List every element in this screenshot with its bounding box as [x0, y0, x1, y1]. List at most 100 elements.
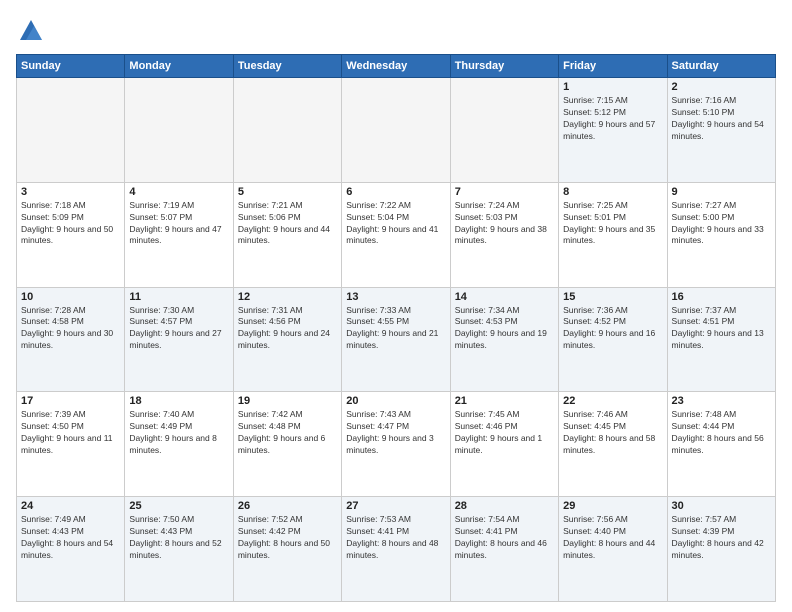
calendar-cell: 17 Sunrise: 7:39 AMSunset: 4:50 PMDayligh… — [17, 392, 125, 497]
calendar-cell: 3Sunrise: 7:18 AMSunset: 5:09 PMDaylight… — [17, 182, 125, 287]
day-info: Sunrise: 7:39 AMSunset: 4:50 PMDaylight:… — [21, 409, 120, 457]
calendar-cell: 22 Sunrise: 7:46 AMSunset: 4:45 PMDayligh… — [559, 392, 667, 497]
day-number: 20 — [346, 395, 445, 407]
calendar-cell: 30 Sunrise: 7:57 AMSunset: 4:39 PMDayligh… — [667, 497, 775, 602]
day-info: Sunrise: 7:54 AMSunset: 4:41 PMDaylight:… — [455, 514, 554, 562]
calendar-week-row: 10 Sunrise: 7:28 AMSunset: 4:58 PMDayligh… — [17, 287, 776, 392]
page: SundayMondayTuesdayWednesdayThursdayFrid… — [0, 0, 792, 612]
day-number: 3 — [21, 186, 120, 198]
day-number: 21 — [455, 395, 554, 407]
calendar-cell: 13 Sunrise: 7:33 AMSunset: 4:55 PMDayligh… — [342, 287, 450, 392]
calendar-cell: 27 Sunrise: 7:53 AMSunset: 4:41 PMDayligh… — [342, 497, 450, 602]
calendar-cell: 26 Sunrise: 7:52 AMSunset: 4:42 PMDayligh… — [233, 497, 341, 602]
logo-icon — [16, 16, 46, 46]
day-info: Sunrise: 7:46 AMSunset: 4:45 PMDaylight:… — [563, 409, 662, 457]
day-number: 2 — [672, 81, 771, 93]
day-number: 8 — [563, 186, 662, 198]
calendar-cell: 18 Sunrise: 7:40 AMSunset: 4:49 PMDayligh… — [125, 392, 233, 497]
calendar-week-row: 17 Sunrise: 7:39 AMSunset: 4:50 PMDayligh… — [17, 392, 776, 497]
calendar-cell: 9Sunrise: 7:27 AMSunset: 5:00 PMDaylight… — [667, 182, 775, 287]
calendar-cell: 5 Sunrise: 7:21 AMSunset: 5:06 PMDaylight… — [233, 182, 341, 287]
day-number: 26 — [238, 500, 337, 512]
day-number: 18 — [129, 395, 228, 407]
day-info: Sunrise: 7:52 AMSunset: 4:42 PMDaylight:… — [238, 514, 337, 562]
calendar-cell: 23 Sunrise: 7:48 AMSunset: 4:44 PMDayligh… — [667, 392, 775, 497]
calendar-cell: 24 Sunrise: 7:49 AMSunset: 4:43 PMDayligh… — [17, 497, 125, 602]
calendar-week-row: 24 Sunrise: 7:49 AMSunset: 4:43 PMDayligh… — [17, 497, 776, 602]
calendar-cell: 16 Sunrise: 7:37 AMSunset: 4:51 PMDayligh… — [667, 287, 775, 392]
day-info: Sunrise: 7:21 AMSunset: 5:06 PMDaylight:… — [238, 200, 337, 248]
day-number: 14 — [455, 291, 554, 303]
calendar-cell: 7 Sunrise: 7:24 AMSunset: 5:03 PMDaylight… — [450, 182, 558, 287]
day-number: 12 — [238, 291, 337, 303]
day-number: 27 — [346, 500, 445, 512]
day-number: 4 — [129, 186, 228, 198]
calendar-cell: 21 Sunrise: 7:45 AMSunset: 4:46 PMDayligh… — [450, 392, 558, 497]
weekday-header: Saturday — [667, 55, 775, 78]
day-info: Sunrise: 7:36 AMSunset: 4:52 PMDaylight:… — [563, 305, 662, 353]
weekday-header: Thursday — [450, 55, 558, 78]
weekday-header: Friday — [559, 55, 667, 78]
calendar-cell: 15 Sunrise: 7:36 AMSunset: 4:52 PMDayligh… — [559, 287, 667, 392]
calendar-cell — [450, 78, 558, 183]
day-number: 23 — [672, 395, 771, 407]
calendar-cell: 2 Sunrise: 7:16 AMSunset: 5:10 PMDaylight… — [667, 78, 775, 183]
calendar-cell: 12 Sunrise: 7:31 AMSunset: 4:56 PMDayligh… — [233, 287, 341, 392]
calendar-cell — [342, 78, 450, 183]
calendar-week-row: 3Sunrise: 7:18 AMSunset: 5:09 PMDaylight… — [17, 182, 776, 287]
day-info: Sunrise: 7:33 AMSunset: 4:55 PMDaylight:… — [346, 305, 445, 353]
logo — [16, 16, 48, 46]
day-info: Sunrise: 7:42 AMSunset: 4:48 PMDaylight:… — [238, 409, 337, 457]
weekday-header: Tuesday — [233, 55, 341, 78]
day-info: Sunrise: 7:28 AMSunset: 4:58 PMDaylight:… — [21, 305, 120, 353]
day-info: Sunrise: 7:31 AMSunset: 4:56 PMDaylight:… — [238, 305, 337, 353]
day-info: Sunrise: 7:19 AMSunset: 5:07 PMDaylight:… — [129, 200, 228, 248]
day-info: Sunrise: 7:49 AMSunset: 4:43 PMDaylight:… — [21, 514, 120, 562]
day-info: Sunrise: 7:45 AMSunset: 4:46 PMDaylight:… — [455, 409, 554, 457]
day-number: 7 — [455, 186, 554, 198]
day-number: 13 — [346, 291, 445, 303]
day-number: 22 — [563, 395, 662, 407]
day-number: 25 — [129, 500, 228, 512]
calendar-cell: 20 Sunrise: 7:43 AMSunset: 4:47 PMDayligh… — [342, 392, 450, 497]
day-info: Sunrise: 7:50 AMSunset: 4:43 PMDaylight:… — [129, 514, 228, 562]
day-info: Sunrise: 7:56 AMSunset: 4:40 PMDaylight:… — [563, 514, 662, 562]
calendar-table: SundayMondayTuesdayWednesdayThursdayFrid… — [16, 54, 776, 602]
day-number: 6 — [346, 186, 445, 198]
day-number: 28 — [455, 500, 554, 512]
header — [16, 16, 776, 46]
day-number: 16 — [672, 291, 771, 303]
calendar-cell: 19 Sunrise: 7:42 AMSunset: 4:48 PMDayligh… — [233, 392, 341, 497]
day-info: Sunrise: 7:24 AMSunset: 5:03 PMDaylight:… — [455, 200, 554, 248]
calendar-cell: 25 Sunrise: 7:50 AMSunset: 4:43 PMDayligh… — [125, 497, 233, 602]
day-number: 19 — [238, 395, 337, 407]
calendar-week-row: 1 Sunrise: 7:15 AMSunset: 5:12 PMDaylight… — [17, 78, 776, 183]
day-info: Sunrise: 7:53 AMSunset: 4:41 PMDaylight:… — [346, 514, 445, 562]
day-number: 30 — [672, 500, 771, 512]
day-number: 5 — [238, 186, 337, 198]
calendar-cell: 10 Sunrise: 7:28 AMSunset: 4:58 PMDayligh… — [17, 287, 125, 392]
day-info: Sunrise: 7:22 AMSunset: 5:04 PMDaylight:… — [346, 200, 445, 248]
day-number: 24 — [21, 500, 120, 512]
day-number: 1 — [563, 81, 662, 93]
day-info: Sunrise: 7:57 AMSunset: 4:39 PMDaylight:… — [672, 514, 771, 562]
day-number: 15 — [563, 291, 662, 303]
weekday-header: Wednesday — [342, 55, 450, 78]
day-info: Sunrise: 7:48 AMSunset: 4:44 PMDaylight:… — [672, 409, 771, 457]
day-number: 10 — [21, 291, 120, 303]
day-info: Sunrise: 7:43 AMSunset: 4:47 PMDaylight:… — [346, 409, 445, 457]
day-info: Sunrise: 7:25 AMSunset: 5:01 PMDaylight:… — [563, 200, 662, 248]
day-info: Sunrise: 7:16 AMSunset: 5:10 PMDaylight:… — [672, 95, 771, 143]
calendar-cell: 1 Sunrise: 7:15 AMSunset: 5:12 PMDaylight… — [559, 78, 667, 183]
weekday-header: Sunday — [17, 55, 125, 78]
day-number: 17 — [21, 395, 120, 407]
calendar-header-row: SundayMondayTuesdayWednesdayThursdayFrid… — [17, 55, 776, 78]
calendar-cell: 6 Sunrise: 7:22 AMSunset: 5:04 PMDaylight… — [342, 182, 450, 287]
calendar-cell: 29Sunrise: 7:56 AMSunset: 4:40 PMDayligh… — [559, 497, 667, 602]
day-info: Sunrise: 7:30 AMSunset: 4:57 PMDaylight:… — [129, 305, 228, 353]
day-info: Sunrise: 7:37 AMSunset: 4:51 PMDaylight:… — [672, 305, 771, 353]
day-info: Sunrise: 7:40 AMSunset: 4:49 PMDaylight:… — [129, 409, 228, 457]
day-info: Sunrise: 7:15 AMSunset: 5:12 PMDaylight:… — [563, 95, 662, 143]
calendar-cell: 4 Sunrise: 7:19 AMSunset: 5:07 PMDaylight… — [125, 182, 233, 287]
calendar-cell — [125, 78, 233, 183]
